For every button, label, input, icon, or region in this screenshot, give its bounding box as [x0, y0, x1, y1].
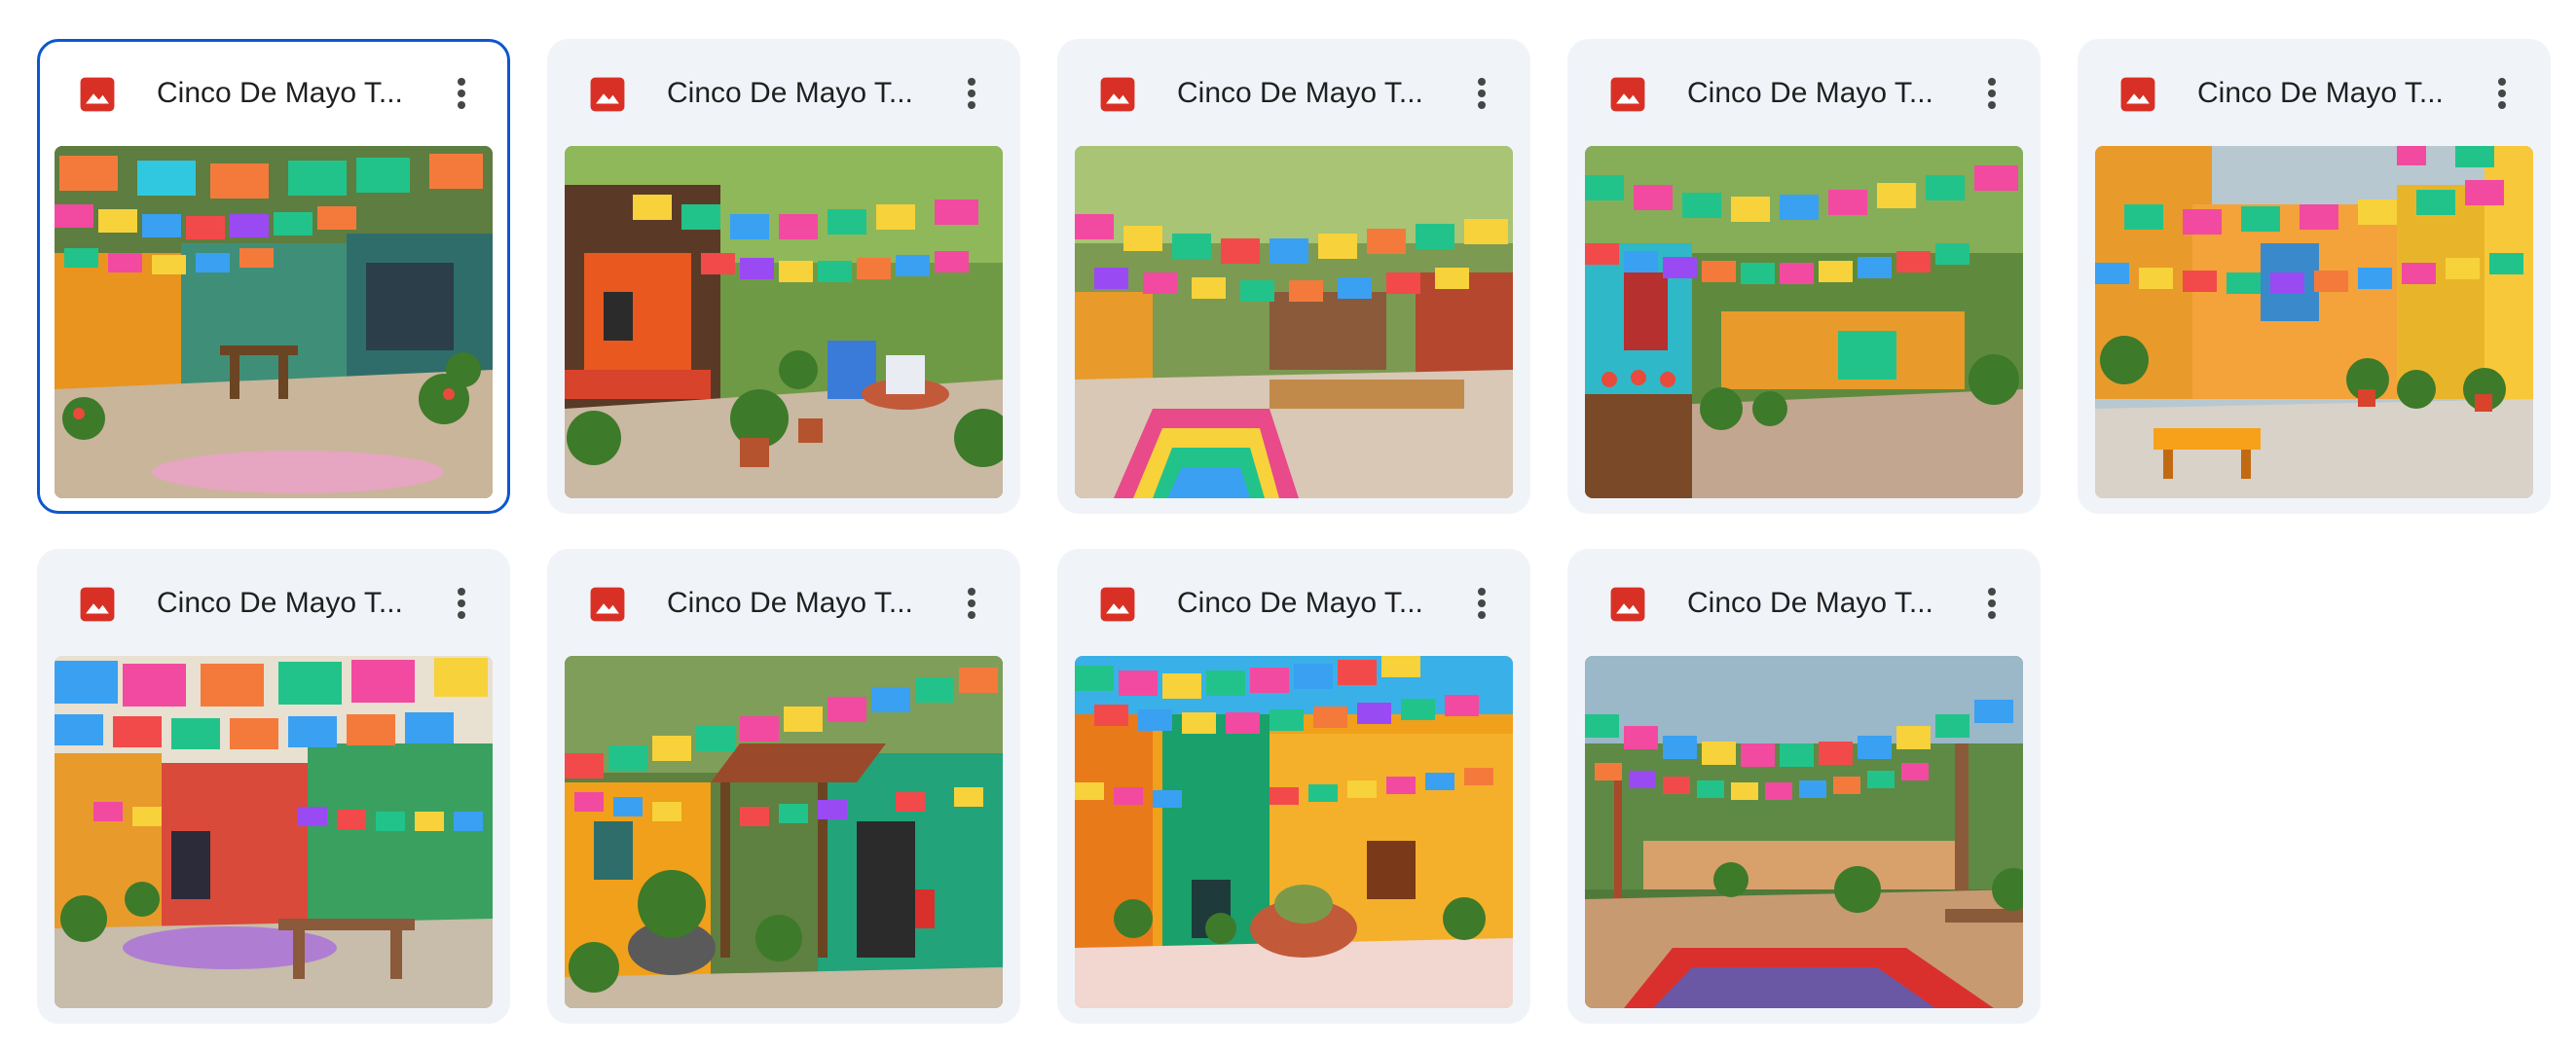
thumbnail-image [1585, 656, 2023, 1008]
thumbnail-image [1075, 146, 1513, 498]
file-title: Cinco De Mayo T... [1177, 77, 1423, 109]
file-title: Cinco De Mayo T... [1687, 77, 1933, 109]
file-card-7[interactable]: Cinco De Mayo T... [547, 549, 1020, 1024]
image-thumbnail[interactable] [55, 146, 493, 498]
file-card-8[interactable]: Cinco De Mayo T... [1057, 549, 1530, 1024]
file-card-3[interactable]: Cinco De Mayo T... [1057, 39, 1530, 514]
more-vert-icon [458, 588, 465, 619]
file-card-2[interactable]: Cinco De Mayo T... [547, 39, 1020, 514]
image-thumbnail[interactable] [565, 656, 1003, 1008]
thumbnail-image [565, 656, 1003, 1008]
file-card-header: Cinco De Mayo T... [1057, 549, 1530, 656]
image-file-icon [1100, 587, 1135, 622]
image-thumbnail[interactable] [1075, 656, 1513, 1008]
file-card-header: Cinco De Mayo T... [547, 39, 1020, 146]
more-options-button[interactable] [1970, 582, 2013, 625]
file-card-header: Cinco De Mayo T... [1567, 549, 2041, 656]
file-card-header: Cinco De Mayo T... [547, 549, 1020, 656]
image-file-icon [1610, 77, 1645, 112]
file-card-4[interactable]: Cinco De Mayo T... [1567, 39, 2041, 514]
more-vert-icon [2498, 78, 2506, 109]
more-vert-icon [1988, 78, 1996, 109]
image-thumbnail[interactable] [1585, 146, 2023, 498]
file-title: Cinco De Mayo T... [1687, 587, 1933, 619]
more-options-button[interactable] [1970, 72, 2013, 115]
thumbnail-image [1075, 656, 1513, 1008]
image-file-icon [590, 587, 625, 622]
more-options-button[interactable] [1460, 582, 1503, 625]
more-options-button[interactable] [950, 582, 993, 625]
image-file-icon [80, 587, 115, 622]
thumbnail-image [2095, 146, 2533, 498]
thumbnail-image [565, 146, 1003, 498]
file-card-header: Cinco De Mayo T... [2078, 39, 2551, 146]
file-title: Cinco De Mayo T... [2197, 77, 2444, 109]
thumbnail-image [1585, 146, 2023, 498]
image-file-icon [2120, 77, 2155, 112]
file-title: Cinco De Mayo T... [157, 77, 403, 109]
image-file-icon [1610, 587, 1645, 622]
more-vert-icon [458, 78, 465, 109]
file-card-6[interactable]: Cinco De Mayo T... [37, 549, 510, 1024]
more-vert-icon [1478, 78, 1486, 109]
file-card-header: Cinco De Mayo T... [37, 549, 510, 656]
image-thumbnail[interactable] [565, 146, 1003, 498]
more-vert-icon [1478, 588, 1486, 619]
file-title: Cinco De Mayo T... [667, 77, 913, 109]
image-thumbnail[interactable] [55, 656, 493, 1008]
more-options-button[interactable] [2481, 72, 2523, 115]
more-vert-icon [968, 78, 975, 109]
file-card-header: Cinco De Mayo T... [40, 42, 507, 149]
more-vert-icon [1988, 588, 1996, 619]
file-title: Cinco De Mayo T... [157, 587, 403, 619]
file-card-5[interactable]: Cinco De Mayo T... [2078, 39, 2551, 514]
file-card-1[interactable]: Cinco De Mayo T... [37, 39, 510, 514]
image-file-icon [1100, 77, 1135, 112]
image-thumbnail[interactable] [1075, 146, 1513, 498]
more-options-button[interactable] [950, 72, 993, 115]
file-card-header: Cinco De Mayo T... [1057, 39, 1530, 146]
image-thumbnail[interactable] [1585, 656, 2023, 1008]
file-card-header: Cinco De Mayo T... [1567, 39, 2041, 146]
more-vert-icon [968, 588, 975, 619]
file-title: Cinco De Mayo T... [1177, 587, 1423, 619]
image-file-icon [590, 77, 625, 112]
thumbnail-image [55, 146, 493, 498]
image-thumbnail[interactable] [2095, 146, 2533, 498]
file-title: Cinco De Mayo T... [667, 587, 913, 619]
file-card-9[interactable]: Cinco De Mayo T... [1567, 549, 2041, 1024]
image-file-icon [80, 77, 115, 112]
more-options-button[interactable] [440, 582, 483, 625]
file-grid: Cinco De Mayo T... Cinco De Mayo T... Ci… [0, 0, 2576, 1051]
thumbnail-image [55, 656, 493, 1008]
more-options-button[interactable] [440, 72, 483, 115]
more-options-button[interactable] [1460, 72, 1503, 115]
